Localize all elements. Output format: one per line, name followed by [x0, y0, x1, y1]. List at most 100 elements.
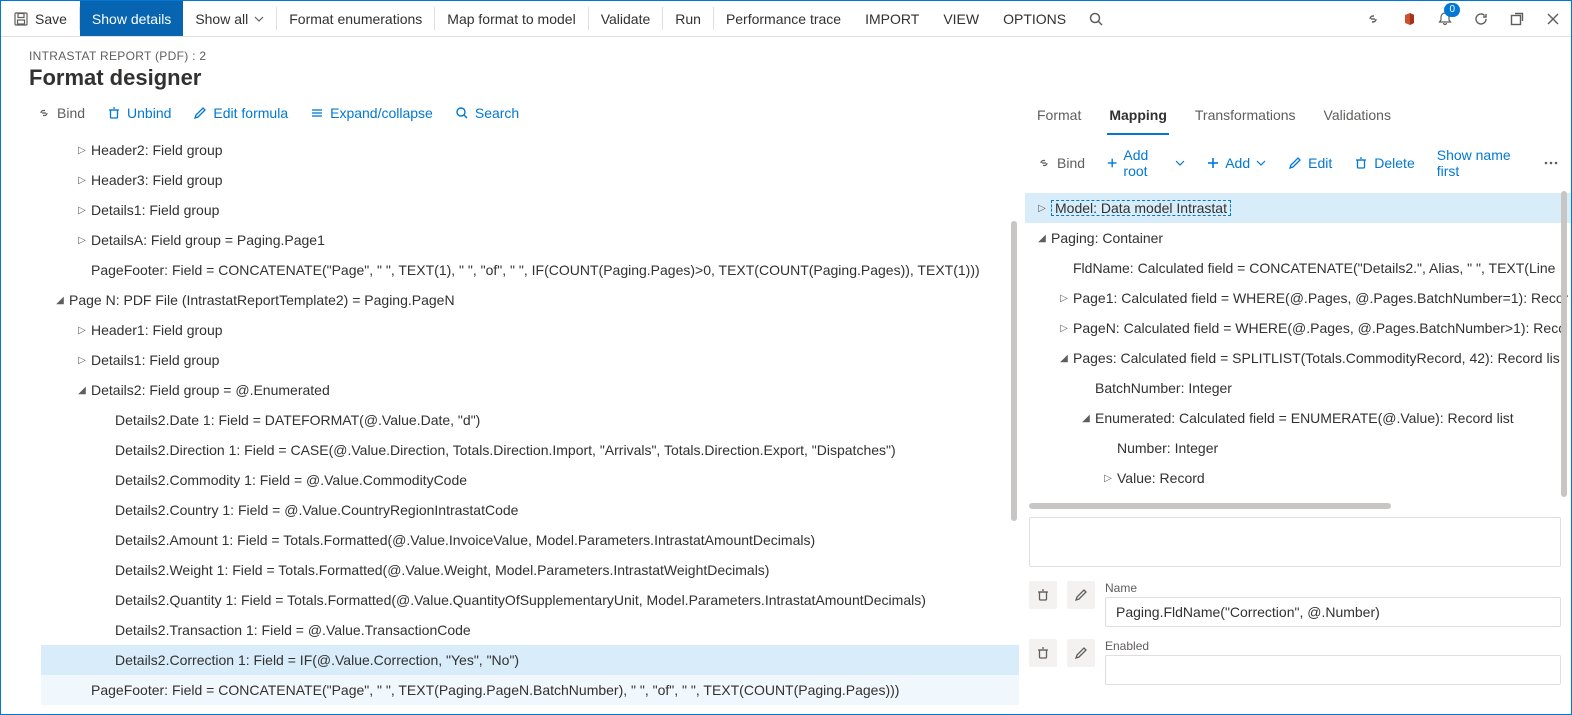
link-icon[interactable] — [1355, 1, 1391, 36]
save-button[interactable]: Save — [1, 1, 79, 36]
tree-node[interactable]: ◢Page N: PDF File (IntrastatReportTempla… — [41, 285, 1019, 315]
delete-property-button[interactable] — [1029, 639, 1057, 667]
map-format-button[interactable]: Map format to model — [435, 1, 587, 36]
enabled-field[interactable] — [1105, 655, 1561, 685]
format-tree[interactable]: ▷Header2: Field group ▷Header3: Field gr… — [1, 131, 1019, 714]
page-header: INTRASTAT REPORT (PDF) : 2 Format design… — [1, 37, 1571, 95]
office-icon[interactable] — [1391, 1, 1427, 36]
mapping-node[interactable]: ▷Page1: Calculated field = WHERE(@.Pages… — [1025, 283, 1571, 313]
trash-icon — [107, 106, 121, 120]
expand-icon[interactable]: ▷ — [73, 235, 91, 246]
mapping-node[interactable]: ▷BatchNumber: Integer — [1025, 373, 1571, 403]
expand-icon[interactable]: ▷ — [1099, 473, 1117, 484]
pencil-icon — [1074, 646, 1088, 660]
bind-button[interactable]: Bind — [29, 101, 93, 125]
run-button[interactable]: Run — [663, 1, 713, 36]
search-icon — [455, 106, 469, 120]
search-button-left[interactable]: Search — [447, 101, 527, 125]
collapse-icon[interactable]: ◢ — [1033, 233, 1051, 244]
collapse-icon[interactable]: ◢ — [1055, 353, 1073, 364]
expand-icon[interactable]: ▷ — [1055, 293, 1073, 304]
edit-formula-button[interactable]: Edit formula — [185, 101, 296, 125]
ellipsis-icon — [1543, 155, 1559, 171]
add-root-button[interactable]: Add root — [1099, 143, 1193, 183]
edit-property-button[interactable] — [1067, 639, 1095, 667]
name-field[interactable]: Paging.FldName("Correction", @.Number) — [1105, 597, 1561, 627]
validate-button[interactable]: Validate — [589, 1, 663, 36]
expand-collapse-button[interactable]: Expand/collapse — [302, 101, 441, 125]
tab-transformations[interactable]: Transformations — [1193, 101, 1298, 135]
tree-node[interactable]: ▷Details2.Direction 1: Field = CASE(@.Va… — [41, 435, 1019, 465]
edit-property-button[interactable] — [1067, 581, 1095, 609]
property-enabled: Enabled — [1105, 639, 1561, 685]
tab-validations[interactable]: Validations — [1322, 101, 1393, 135]
expand-icon[interactable]: ▷ — [73, 355, 91, 366]
view-button[interactable]: VIEW — [931, 1, 991, 36]
tree-node[interactable]: ▷Details2.Date 1: Field = DATEFORMAT(@.V… — [41, 405, 1019, 435]
tree-node[interactable]: ▷Header1: Field group — [41, 315, 1019, 345]
plus-icon — [1107, 157, 1117, 169]
unbind-button[interactable]: Unbind — [99, 101, 179, 125]
performance-trace-button[interactable]: Performance trace — [714, 1, 853, 36]
show-all-button[interactable]: Show all — [183, 1, 276, 36]
property-enabled-row: Enabled — [1029, 639, 1561, 685]
mapping-tree[interactable]: ▷Model: Data model Intrastat ◢Paging: Co… — [1019, 191, 1571, 497]
bind-button-right[interactable]: Bind — [1029, 151, 1093, 175]
tab-format[interactable]: Format — [1035, 101, 1083, 135]
notifications-button[interactable]: 0 — [1427, 1, 1463, 36]
tree-node[interactable]: ▷Details1: Field group — [41, 195, 1019, 225]
close-button[interactable] — [1535, 1, 1571, 36]
expand-icon[interactable]: ▷ — [1033, 203, 1051, 214]
import-button[interactable]: IMPORT — [853, 1, 931, 36]
delete-property-button[interactable] — [1029, 581, 1057, 609]
expand-icon[interactable]: ▷ — [73, 205, 91, 216]
tree-node[interactable]: ◢Details2: Field group = @.Enumerated — [41, 375, 1019, 405]
mapping-node[interactable]: ▷Number: Integer — [1025, 433, 1571, 463]
tree-node[interactable]: ▷PageFooter: Field = CONCATENATE("Page",… — [41, 675, 1019, 705]
workspace: Bind Unbind Edit formula Expand/collapse… — [1, 95, 1571, 714]
tree-node[interactable]: ▷Details2.Commodity 1: Field = @.Value.C… — [41, 465, 1019, 495]
tree-node[interactable]: ▷Header3: Field group — [41, 165, 1019, 195]
tree-node[interactable]: ▷Details2.Quantity 1: Field = Totals.For… — [41, 585, 1019, 615]
expand-icon[interactable]: ▷ — [1055, 323, 1073, 334]
tree-node[interactable]: ▷Details2.Amount 1: Field = Totals.Forma… — [41, 525, 1019, 555]
tab-mapping[interactable]: Mapping — [1107, 101, 1169, 135]
tree-node[interactable]: ▷Details1: Field group — [41, 345, 1019, 375]
show-details-button[interactable]: Show details — [80, 1, 183, 36]
tree-node[interactable]: ▷PageFooter: Field = CONCATENATE("Page",… — [41, 255, 1019, 285]
list-icon — [310, 106, 324, 120]
mapping-node[interactable]: ◢Paging: Container — [1025, 223, 1571, 253]
horizontal-scrollbar[interactable] — [1029, 501, 1561, 511]
more-button[interactable] — [1541, 151, 1561, 175]
collapse-icon[interactable]: ◢ — [73, 385, 91, 396]
mapping-node-selected[interactable]: ▷Model: Data model Intrastat — [1025, 193, 1571, 223]
tree-node[interactable]: ▷Details2.Weight 1: Field = Totals.Forma… — [41, 555, 1019, 585]
collapse-icon[interactable]: ◢ — [1077, 413, 1095, 424]
expand-icon[interactable]: ▷ — [73, 325, 91, 336]
vertical-scrollbar[interactable] — [1009, 131, 1019, 704]
tree-node-selected[interactable]: ▷Details2.Correction 1: Field = IF(@.Val… — [41, 645, 1019, 675]
mapping-node[interactable]: ▷Value: Record — [1025, 463, 1571, 493]
mapping-node[interactable]: ▷PageN: Calculated field = WHERE(@.Pages… — [1025, 313, 1571, 343]
tree-node[interactable]: ▷Details2.Transaction 1: Field = @.Value… — [41, 615, 1019, 645]
tree-node[interactable]: ▷Header2: Field group — [41, 135, 1019, 165]
edit-button[interactable]: Edit — [1280, 151, 1340, 175]
expand-icon[interactable]: ▷ — [73, 145, 91, 156]
show-name-first-button[interactable]: Show name first — [1429, 143, 1535, 183]
vertical-scrollbar[interactable] — [1559, 191, 1569, 497]
popout-button[interactable] — [1499, 1, 1535, 36]
trash-icon — [1354, 156, 1368, 170]
tree-node[interactable]: ▷DetailsA: Field group = Paging.Page1 — [41, 225, 1019, 255]
delete-button[interactable]: Delete — [1346, 151, 1422, 175]
search-button[interactable] — [1078, 1, 1114, 36]
mapping-node[interactable]: ◢Pages: Calculated field = SPLITLIST(Tot… — [1025, 343, 1571, 373]
add-button[interactable]: Add — [1199, 151, 1274, 175]
options-button[interactable]: OPTIONS — [991, 1, 1078, 36]
format-enumerations-button[interactable]: Format enumerations — [277, 1, 434, 36]
expand-icon[interactable]: ▷ — [73, 175, 91, 186]
collapse-icon[interactable]: ◢ — [51, 295, 69, 306]
mapping-node[interactable]: ◢Enumerated: Calculated field = ENUMERAT… — [1025, 403, 1571, 433]
tree-node[interactable]: ▷Details2.Country 1: Field = @.Value.Cou… — [41, 495, 1019, 525]
refresh-button[interactable] — [1463, 1, 1499, 36]
mapping-node[interactable]: ▷FldName: Calculated field = CONCATENATE… — [1025, 253, 1571, 283]
